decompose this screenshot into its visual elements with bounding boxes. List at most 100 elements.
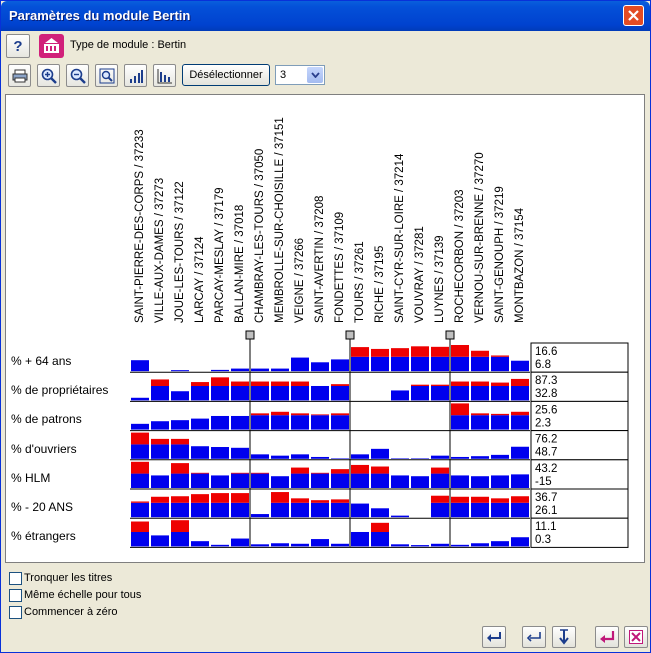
- option-checkbox[interactable]: [9, 606, 22, 619]
- commune-label[interactable]: MEMBROLLE-SUR-CHOISILLE / 37151: [274, 117, 286, 323]
- cell-bar-above: [191, 382, 209, 386]
- return-arrow-icon: [526, 632, 541, 642]
- commune-label[interactable]: SAINT-CYR-SUR-LOIRE / 37214: [394, 153, 406, 323]
- cell-bar-below: [231, 502, 249, 518]
- cell-bar-above: [171, 438, 189, 445]
- separator-handle[interactable]: [345, 330, 355, 340]
- cell-bar-below: [331, 502, 349, 518]
- cell-bar-below: [311, 415, 329, 430]
- commune-label[interactable]: LUYNES / 37139: [434, 235, 446, 323]
- commune-label[interactable]: ROCHECORBON / 37203: [454, 189, 466, 323]
- commune-label[interactable]: VEIGNE / 37266: [294, 238, 306, 323]
- cell-bar-above: [251, 381, 269, 386]
- commune-label[interactable]: SAINT-PIERRE-DES-CORPS / 37233: [134, 129, 146, 323]
- cell-bar-below: [271, 543, 289, 547]
- zoom-in-icon: [41, 68, 57, 84]
- bars-ascending-icon: [129, 69, 143, 83]
- cell-bar-above: [251, 413, 269, 416]
- class-count-select[interactable]: 3: [275, 65, 325, 85]
- back-button[interactable]: [595, 626, 619, 648]
- commune-label[interactable]: VILLE-AUX-DAMES / 37273: [154, 178, 166, 323]
- variable-label[interactable]: % de patrons: [11, 412, 82, 426]
- variable-label[interactable]: % - 20 ANS: [11, 500, 73, 514]
- bertin-matrix: SAINT-PIERRE-DES-CORPS / 37233 VILLE-AUX-…: [130, 117, 629, 548]
- sort-ascending-button[interactable]: [124, 64, 147, 87]
- cell-bar-below: [151, 535, 169, 547]
- cell-bar-below: [311, 539, 329, 547]
- variable-label[interactable]: % de propriétaires: [11, 383, 108, 397]
- cell-bar-below: [511, 446, 529, 459]
- option-checkbox[interactable]: [9, 589, 22, 602]
- close-button[interactable]: [623, 5, 644, 26]
- cell-bar-below: [191, 502, 209, 518]
- cell-bar-above: [351, 464, 369, 474]
- cell-bar-below: [451, 415, 469, 430]
- commune-label[interactable]: BALLAN-MIRE / 37018: [234, 205, 246, 323]
- cell-bar-below: [451, 385, 469, 401]
- cell-bar-above: [151, 379, 169, 386]
- option-label[interactable]: Commencer à zéro: [24, 606, 118, 618]
- cell-bar-below: [291, 473, 309, 488]
- cell-bar-above: [431, 346, 449, 357]
- cell-bar-below: [171, 531, 189, 547]
- variable-label[interactable]: % d'ouvriers: [11, 442, 77, 456]
- cell-bar-below: [291, 415, 309, 430]
- cell-bar-below: [211, 502, 229, 518]
- cell-bar-above: [471, 496, 489, 503]
- bars-chart-icon: [157, 68, 172, 83]
- cell-bar-above: [491, 498, 509, 503]
- cell-bar-below: [271, 455, 289, 459]
- option-label[interactable]: Tronquer les titres: [24, 572, 112, 584]
- commune-label[interactable]: FONDETTES / 37109: [334, 212, 346, 323]
- option-label[interactable]: Même échelle pour tous: [24, 589, 141, 601]
- cell-bar-above: [451, 345, 469, 357]
- scale-max-value: 25.6: [535, 404, 557, 416]
- cell-bar-below: [171, 444, 189, 459]
- separator-handle[interactable]: [445, 330, 455, 340]
- commune-label[interactable]: LARCAY / 37124: [194, 236, 206, 323]
- variable-label[interactable]: % étrangers: [11, 529, 76, 543]
- print-button[interactable]: [8, 64, 31, 87]
- cell-bar-below: [391, 356, 409, 372]
- cell-bar-below: [331, 385, 349, 401]
- commune-label[interactable]: SAINT-AVERTIN / 37208: [314, 196, 326, 323]
- title-bar: Paramètres du module Bertin: [1, 1, 650, 31]
- cell-bar-above: [291, 467, 309, 474]
- commune-label[interactable]: TOURS / 37261: [354, 241, 366, 323]
- cell-bar-below: [191, 385, 209, 401]
- cell-bar-below: [471, 456, 489, 459]
- cell-bar-below: [471, 385, 489, 401]
- commune-label[interactable]: PARCAY-MESLAY / 37179: [214, 187, 226, 323]
- scale-min-value: 26.1: [535, 505, 557, 517]
- separator-handle[interactable]: [245, 330, 255, 340]
- window-title: Paramètres du module Bertin: [9, 8, 191, 23]
- apply-down-button[interactable]: [552, 626, 576, 648]
- cell-bar-below: [151, 385, 169, 401]
- deselect-button[interactable]: Désélectionner: [182, 64, 270, 86]
- apply-left-button[interactable]: [522, 626, 546, 648]
- cell-bar-below: [331, 458, 349, 459]
- variable-label[interactable]: % + 64 ans: [11, 354, 71, 368]
- cell-bar-above: [291, 498, 309, 503]
- option-checkbox[interactable]: [9, 572, 22, 585]
- help-button[interactable]: ?: [6, 34, 30, 58]
- cell-bar-below: [371, 531, 389, 547]
- zoom-out-button[interactable]: [66, 64, 89, 87]
- cell-bar-below: [191, 446, 209, 459]
- commune-label[interactable]: JOUE-LES-TOURS / 37122: [174, 181, 186, 323]
- commune-label[interactable]: RICHE / 37195: [374, 246, 386, 323]
- close-icon: [628, 10, 639, 21]
- variable-label[interactable]: % HLM: [11, 471, 50, 485]
- zoom-in-button[interactable]: [37, 64, 60, 87]
- commune-label[interactable]: MONTBAZON / 37154: [514, 207, 526, 323]
- cell-bar-below: [491, 541, 509, 547]
- zoom-fit-button[interactable]: [95, 64, 118, 87]
- cell-bar-below: [271, 368, 289, 372]
- commune-label[interactable]: SAINT-GENOUPH / 37219: [494, 186, 506, 323]
- cancel-button[interactable]: [624, 626, 648, 648]
- commune-label[interactable]: VERNOU-SUR-BRENNE / 37270: [474, 152, 486, 323]
- commune-label[interactable]: VOUVRAY / 37281: [414, 226, 426, 323]
- apply-button[interactable]: [482, 626, 506, 648]
- commune-label[interactable]: CHAMBRAY-LES-TOURS / 37050: [254, 149, 266, 323]
- sort-descending-button[interactable]: [153, 64, 176, 87]
